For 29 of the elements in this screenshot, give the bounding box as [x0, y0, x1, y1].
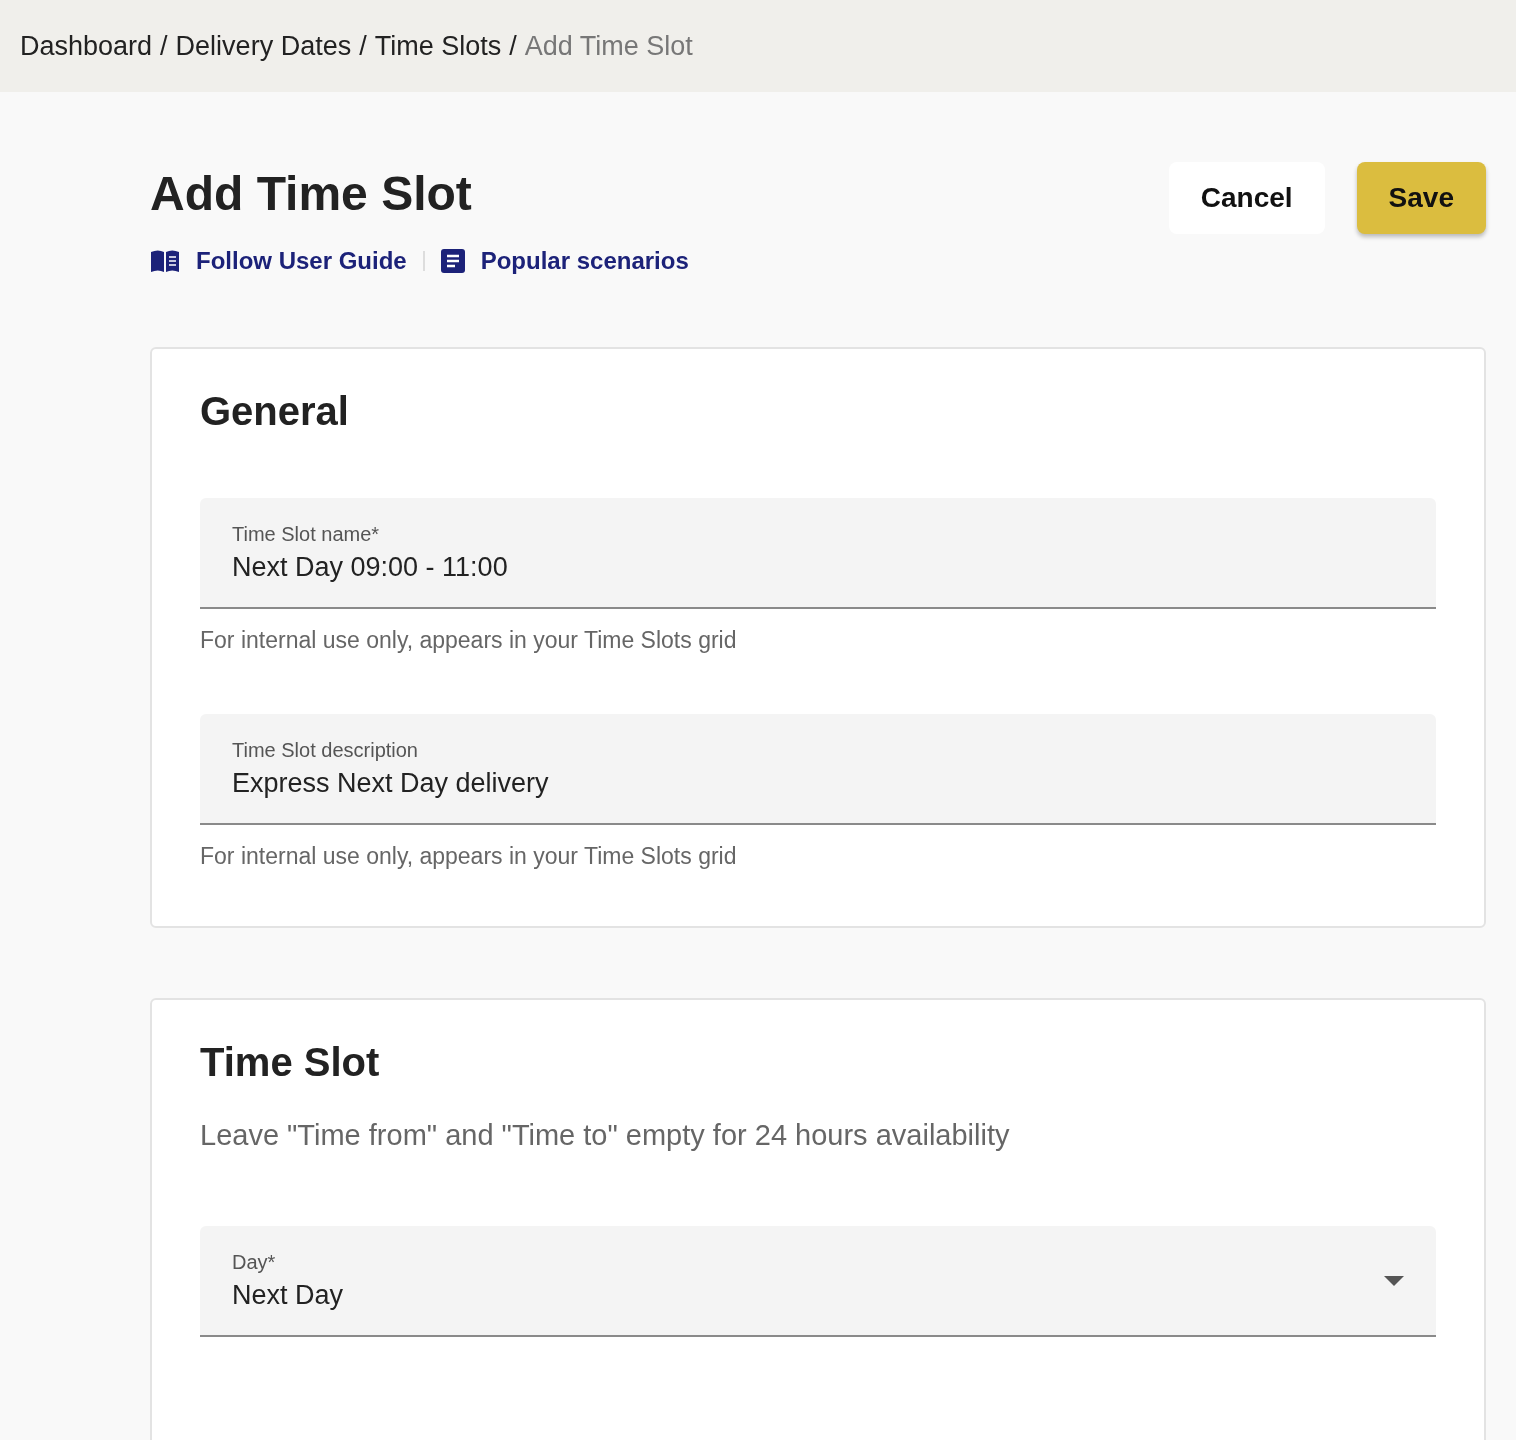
breadcrumb-link[interactable]: Time Slots — [374, 30, 502, 62]
field-label: Time Slot description — [232, 738, 419, 762]
helper-text: For internal use only, appears in your Time Slots grid — [200, 627, 738, 654]
breadcrumb-separator: / — [509, 30, 517, 62]
page-title: Add Time Slot — [150, 166, 473, 221]
dropdown-caret-icon — [1384, 1275, 1404, 1286]
current-page-label: Add Time Slot — [524, 30, 693, 62]
document-icon — [440, 249, 465, 273]
breadcrumb-link[interactable]: Dashboard — [20, 30, 153, 62]
breadcrumb-separator: / — [160, 30, 168, 62]
help-link[interactable]: Popular scenarios — [480, 247, 689, 275]
book-icon — [150, 249, 180, 273]
field-value: Next Day 09:00 - 11:00 — [232, 551, 508, 583]
select-field[interactable]: Day* Next Day — [200, 1226, 1436, 1337]
text-field[interactable]: Time Slot description Express Next Day delivery — [200, 714, 1436, 825]
breadcrumb-link[interactable]: Delivery Dates — [175, 30, 352, 62]
helper-text: For internal use only, appears in your Time Slots grid — [200, 843, 738, 870]
save-button[interactable]: Save — [1356, 162, 1486, 234]
field-value: Express Next Day delivery — [232, 767, 549, 799]
section-title: General — [200, 389, 350, 434]
field-label: Day* — [232, 1250, 277, 1274]
cancel-button[interactable]: Cancel — [1168, 162, 1325, 234]
field-value: Next Day — [232, 1279, 344, 1311]
section-note: Leave "Time from" and "Time to" empty for 24 hours availability — [200, 1119, 1011, 1152]
field-label: Time Slot name* — [232, 522, 381, 546]
breadcrumb-separator: / — [359, 30, 367, 62]
text-field[interactable]: Time Slot name* Next Day 09:00 - 11:00 — [200, 498, 1436, 609]
help-link[interactable]: Follow User Guide — [196, 247, 407, 275]
section-title: Time Slot — [200, 1040, 381, 1085]
